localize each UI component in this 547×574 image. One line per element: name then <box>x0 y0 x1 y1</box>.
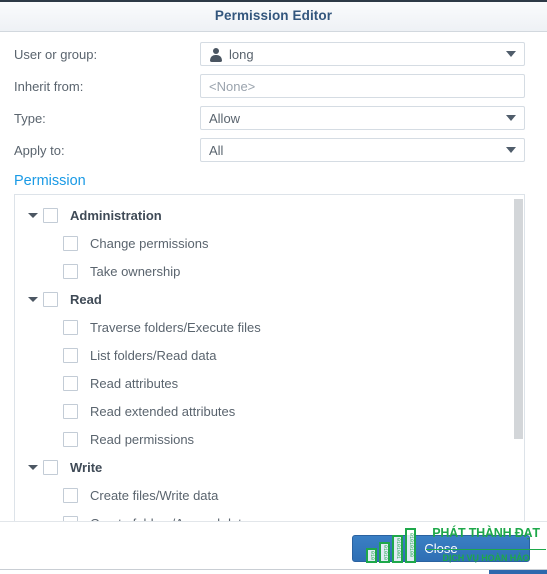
permission-label: Traverse folders/Execute files <box>90 319 261 335</box>
permission-label: Change permissions <box>90 235 209 251</box>
permission-label: Administration <box>70 207 162 223</box>
permission-item-row[interactable]: Create files/Write data <box>15 481 524 509</box>
label-apply-to: Apply to: <box>14 142 65 158</box>
chevron-down-icon[interactable] <box>506 147 516 153</box>
apply-to-value: All <box>209 142 224 158</box>
permission-section-heading: Permission <box>14 173 86 189</box>
permission-group-row[interactable]: Read <box>15 285 524 313</box>
type-select[interactable]: Allow <box>200 106 525 130</box>
footer-divider <box>0 569 547 570</box>
permission-form: User or group: long Inherit from: <None>… <box>0 32 547 166</box>
permission-checkbox[interactable] <box>63 431 78 447</box>
inherit-from-field[interactable]: <None> <box>200 74 525 98</box>
permission-item-row[interactable]: Read extended attributes <box>15 397 524 425</box>
permission-checkbox[interactable] <box>43 207 58 223</box>
permission-label: List folders/Read data <box>90 347 217 363</box>
permission-tree: Administration Change permissions Take own… <box>15 195 524 528</box>
permission-label: Read extended attributes <box>90 403 236 419</box>
apply-to-select[interactable]: All <box>200 138 525 162</box>
footer-accent-bar <box>489 570 547 574</box>
permission-checkbox[interactable] <box>63 263 78 279</box>
permission-checkbox[interactable] <box>63 375 78 391</box>
permission-label: Create files/Write data <box>90 487 219 503</box>
form-row-inherit-from: Inherit from: <None> <box>14 70 525 102</box>
dialog-footer: Close <box>0 521 547 574</box>
window-title-bar: Permission Editor <box>0 0 547 32</box>
permission-group-row[interactable]: Write <box>15 453 524 481</box>
form-row-type: Type: Allow <box>14 102 525 134</box>
type-value: Allow <box>209 110 241 126</box>
permission-tree-container: Administration Change permissions Take own… <box>14 194 525 529</box>
label-inherit-from: Inherit from: <box>14 78 84 94</box>
permission-checkbox[interactable] <box>63 487 78 503</box>
user-or-group-value: long <box>229 46 254 62</box>
page-title: Permission Editor <box>214 8 333 23</box>
permission-group-row[interactable]: Administration <box>15 201 524 229</box>
permission-item-row[interactable]: Take ownership <box>15 257 524 285</box>
permission-label: Read <box>70 291 102 307</box>
permission-label: Read permissions <box>90 431 195 447</box>
tree-scrollbar-track[interactable] <box>514 195 524 528</box>
permission-item-row[interactable]: List folders/Read data <box>15 341 524 369</box>
form-row-apply-to: Apply to: All <box>14 134 525 166</box>
expand-collapse-triangle-icon[interactable] <box>25 212 41 218</box>
expand-collapse-triangle-icon[interactable] <box>25 296 41 302</box>
permission-item-row[interactable]: Read attributes <box>15 369 524 397</box>
permission-item-row[interactable]: Traverse folders/Execute files <box>15 313 524 341</box>
permission-item-row[interactable]: Read permissions <box>15 425 524 453</box>
tree-scrollbar-thumb[interactable] <box>514 199 523 439</box>
close-button[interactable]: Close <box>352 535 530 562</box>
permission-checkbox[interactable] <box>63 235 78 251</box>
label-type: Type: <box>14 110 46 126</box>
user-or-group-select[interactable]: long <box>200 42 525 66</box>
expand-collapse-triangle-icon[interactable] <box>25 464 41 470</box>
permission-checkbox[interactable] <box>63 347 78 363</box>
form-row-user-or-group: User or group: long <box>14 38 525 70</box>
title-bar-accent <box>0 0 547 2</box>
permission-checkbox[interactable] <box>63 319 78 335</box>
permission-checkbox[interactable] <box>63 403 78 419</box>
chevron-down-icon[interactable] <box>506 115 516 121</box>
inherit-from-value: <None> <box>209 78 256 94</box>
permission-label: Take ownership <box>90 263 181 279</box>
permission-item-row[interactable]: Change permissions <box>15 229 524 257</box>
user-icon <box>209 47 222 62</box>
permission-label: Write <box>70 459 103 475</box>
label-user-or-group: User or group: <box>14 46 98 62</box>
permission-label: Read attributes <box>90 375 179 391</box>
chevron-down-icon[interactable] <box>506 51 516 57</box>
permission-checkbox[interactable] <box>43 291 58 307</box>
permission-checkbox[interactable] <box>43 459 58 475</box>
